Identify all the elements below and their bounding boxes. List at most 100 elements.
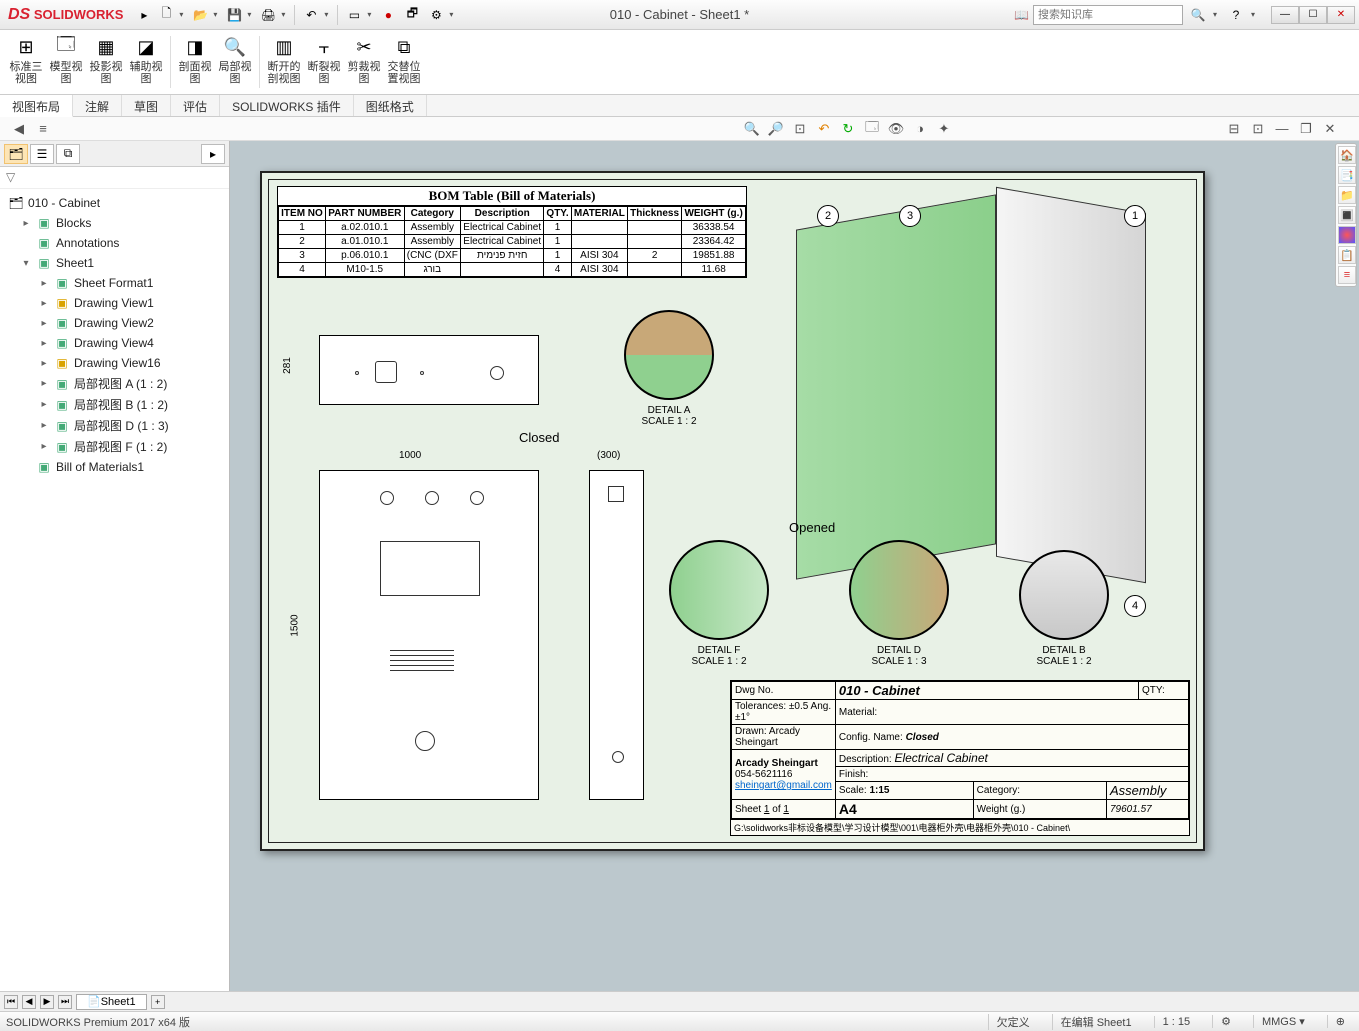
tree-item[interactable]: ▸▣Drawing View1 [2, 293, 227, 313]
help-icon[interactable]: ? [1225, 4, 1247, 26]
doc-restore-icon[interactable]: ❐ [1297, 120, 1315, 138]
drawing-view-front[interactable] [319, 470, 539, 800]
detail-view-b[interactable] [1019, 550, 1109, 640]
tree-toggle-icon[interactable]: ▸ [38, 338, 50, 349]
tree-toggle-icon[interactable]: ▸ [38, 298, 50, 309]
tree-item[interactable]: ▸▣Drawing View4 [2, 333, 227, 353]
display-style-icon[interactable]: 🗔 [863, 120, 881, 138]
filter-row[interactable]: ▽ [0, 167, 229, 189]
tree-item[interactable]: ▸▣Drawing View16 [2, 353, 227, 373]
title-block[interactable]: Dwg No.010 - CabinetQTY: Tolerances: ±0.… [730, 680, 1190, 836]
doc-min-icon[interactable]: ⊟ [1225, 120, 1243, 138]
tree-toggle-icon[interactable]: ▸ [38, 318, 50, 329]
tab-SOLIDWORKS 插件[interactable]: SOLIDWORKS 插件 [220, 95, 354, 116]
status-units[interactable]: MMGS ▾ [1253, 1015, 1313, 1028]
feature-tree-tab[interactable]: 🗂 [4, 144, 28, 164]
doc-close-icon[interactable]: ✕ [1321, 120, 1339, 138]
graphics-area[interactable]: 🏠 📑 📁 🔳 📋 ≡ BOM Table (Bill of Materials… [230, 141, 1359, 991]
tree-toggle-icon[interactable]: ▸ [38, 399, 50, 410]
next-sheet-button[interactable]: ▶ [40, 995, 54, 1009]
ribbon-投影视图[interactable]: ▦投影视图 [86, 32, 126, 92]
appearances-icon[interactable] [1338, 226, 1356, 244]
expand-menu-icon[interactable]: ▸ [133, 4, 155, 26]
ribbon-辅助视图[interactable]: ◪辅助视图 [126, 32, 166, 92]
config-tab[interactable]: ⧉ [56, 144, 80, 164]
bom-row[interactable]: 1a.02.010.1AssemblyElectrical Cabinet136… [279, 221, 746, 235]
tree-item[interactable]: ▸▣局部视图 B (1 : 2) [2, 394, 227, 415]
add-sheet-button[interactable]: + [151, 995, 165, 1009]
tree-toggle-icon[interactable]: ▸ [38, 358, 50, 369]
zoom-fit-icon[interactable]: 🔍 [743, 120, 761, 138]
tab-评估[interactable]: 评估 [171, 95, 220, 116]
tree-item[interactable]: ▸▣局部视图 D (1 : 3) [2, 415, 227, 436]
undo-icon[interactable]: ↶ [300, 4, 322, 26]
resources-icon[interactable]: 📑 [1338, 166, 1356, 184]
bom-row[interactable]: 4M10-1.5בורג4AISI 30411.68 [279, 263, 746, 277]
zoom-area-icon[interactable]: 🔎 [767, 120, 785, 138]
tree-item[interactable]: ▣Annotations [2, 233, 227, 253]
doc-min2-icon[interactable]: — [1273, 120, 1291, 138]
tree-toggle-icon[interactable]: ▸ [38, 420, 50, 431]
first-sheet-button[interactable]: ⏮ [4, 995, 18, 1009]
tree-toggle-icon[interactable]: ▸ [38, 278, 50, 289]
options-icon[interactable]: 🗗 [401, 4, 423, 26]
tree-item[interactable]: ▸▣Drawing View2 [2, 313, 227, 333]
forum-icon[interactable]: ≡ [1338, 266, 1356, 284]
cog-icon[interactable]: ⚙ [1212, 1015, 1239, 1028]
open-icon[interactable]: 📂 [189, 4, 211, 26]
detail-view-f[interactable] [669, 540, 769, 640]
select-icon[interactable]: ▭ [343, 4, 365, 26]
tree-root[interactable]: 🗂 010 - Cabinet [2, 193, 227, 213]
view-palette-icon[interactable]: 🔳 [1338, 206, 1356, 224]
status-plus-icon[interactable]: ⊕ [1327, 1015, 1353, 1028]
bom-table[interactable]: BOM Table (Bill of Materials) ITEM NOPAR… [277, 186, 747, 278]
book-icon[interactable]: 📖 [1014, 8, 1029, 22]
section-view-icon[interactable]: ↻ [839, 120, 857, 138]
rebuild-icon[interactable]: ● [377, 4, 399, 26]
ribbon-剖面视图[interactable]: ◨剖面视图 [175, 32, 215, 92]
doc-max-icon[interactable]: ⊡ [1249, 120, 1267, 138]
prev-view-icon[interactable]: ↶ [815, 120, 833, 138]
tab-草图[interactable]: 草图 [122, 95, 171, 116]
new-icon[interactable]: 🗋 [155, 4, 177, 26]
tab-图纸格式[interactable]: 图纸格式 [354, 95, 427, 116]
print-icon[interactable]: 🖨 [257, 4, 279, 26]
custom-props-icon[interactable]: 📋 [1338, 246, 1356, 264]
ribbon-断裂视图[interactable]: ⫟断裂视图 [304, 32, 344, 92]
search-input[interactable] [1033, 5, 1183, 25]
drawing-view-side[interactable] [589, 470, 644, 800]
balloon-4[interactable]: 4 [1124, 595, 1146, 617]
bom-row[interactable]: 3p.06.010.1(CNC (DXFחזית פנימית1AISI 304… [279, 249, 746, 263]
detail-view-a[interactable] [624, 310, 714, 400]
tree-item[interactable]: ▣Bill of Materials1 [2, 457, 227, 477]
email-link[interactable]: sheingart@gmail.com [735, 780, 832, 791]
drawing-sheet[interactable]: BOM Table (Bill of Materials) ITEM NOPAR… [260, 171, 1205, 851]
tree-toggle-icon[interactable]: ▸ [38, 441, 50, 452]
property-tab[interactable]: ☰ [30, 144, 54, 164]
minimize-button[interactable]: — [1271, 6, 1299, 24]
ribbon-模型视图[interactable]: 🗔模型视图 [46, 32, 86, 92]
search-icon[interactable]: 🔍 [1187, 4, 1209, 26]
panel-split-icon[interactable]: ≡ [34, 120, 52, 138]
prev-sheet-button[interactable]: ◀ [22, 995, 36, 1009]
hide-show-icon[interactable]: 👁 [887, 120, 905, 138]
home-icon[interactable]: 🏠 [1338, 146, 1356, 164]
tree-toggle-icon[interactable]: ▾ [20, 258, 32, 269]
scene-icon[interactable]: ✦ [935, 120, 953, 138]
ribbon-局部视图[interactable]: 🔍局部视图 [215, 32, 255, 92]
tree-toggle-icon[interactable]: ▸ [38, 378, 50, 389]
close-button[interactable]: ✕ [1327, 6, 1355, 24]
last-sheet-button[interactable]: ⏭ [58, 995, 72, 1009]
tree-toggle-icon[interactable]: ▸ [20, 218, 32, 229]
tree-item[interactable]: ▸▣局部视图 F (1 : 2) [2, 436, 227, 457]
tree-item[interactable]: ▸▣Blocks [2, 213, 227, 233]
tab-注解[interactable]: 注解 [73, 95, 122, 116]
zoom-window-icon[interactable]: ⊡ [791, 120, 809, 138]
ribbon-交替位置视图[interactable]: ⧉交替位置视图 [384, 32, 424, 92]
panel-expand-icon[interactable]: ▸ [201, 144, 225, 164]
ribbon-断开的剖视图[interactable]: ▥断开的剖视图 [264, 32, 304, 92]
balloon-2[interactable]: 2 [817, 205, 839, 227]
tree-item[interactable]: ▾▣Sheet1 [2, 253, 227, 273]
tab-视图布局[interactable]: 视图布局 [0, 95, 73, 117]
drawing-view-top[interactable] [319, 335, 539, 405]
